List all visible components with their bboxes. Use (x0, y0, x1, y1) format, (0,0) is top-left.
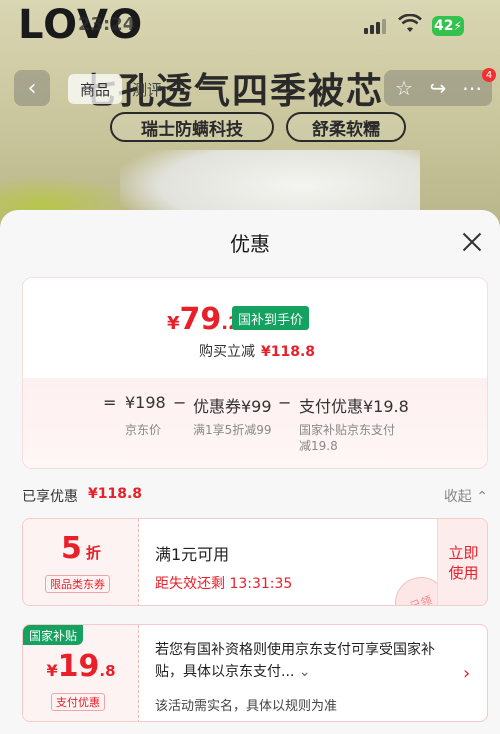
share-icon[interactable]: ↪ (426, 76, 450, 100)
enjoyed-discount-row: 已享优惠 ¥118.8 收起 ⌃ (22, 486, 488, 508)
back-button[interactable]: ‹ (14, 70, 50, 106)
gov-subsidy-price-badge: 国补到手价 (232, 306, 310, 330)
sheet-title: 优惠 (230, 232, 270, 256)
formula-equals: = (103, 393, 117, 412)
chevron-down-icon[interactable]: ⌄ (299, 664, 311, 680)
feature-pill-antimite: 瑞士防螨科技 (110, 112, 274, 142)
battery-indicator: 42 ⚡ (432, 16, 464, 36)
enjoyed-label: 已享优惠 (22, 489, 78, 505)
chevron-left-icon: ‹ (27, 75, 37, 101)
subsidy-coupon-card[interactable]: 国家补贴 ¥19.8 支付优惠 若您有国补资格则使用京东支付可享受国家补贴，具体… (22, 624, 488, 722)
formula-minus: − (278, 393, 292, 412)
discount-sheet: 优惠 ¥79.2 国补到手价 购买立减 ¥118.8 = ¥198 京东价 − 优… (0, 210, 500, 734)
coupon-card: 5折 限品类东券 满1元可用 距失效还剩 13:31:35 已领 立即使用 (22, 518, 488, 606)
formula-base-price: ¥198 (125, 393, 166, 412)
feature-pill-soft: 舒柔软糯 (286, 112, 406, 142)
coupon-discount: 5折 (23, 531, 139, 566)
instant-reduction: 购买立减 ¥118.8 (199, 341, 315, 361)
header-actions: ☆ ↪ ⋯ (384, 70, 492, 106)
formula-coupon-label: 满1享5折减99 (193, 423, 272, 437)
discount-unit: 折 (85, 544, 101, 562)
more-icon[interactable]: ⋯ (460, 76, 484, 100)
chevron-right-icon[interactable]: › (463, 663, 470, 684)
formula-payment-label: 国家补贴京东支付 减19.8 (299, 423, 396, 453)
coupon-countdown: 距失效还剩 13:31:35 (155, 576, 293, 592)
formula-coupon: 优惠券¥99 (193, 397, 272, 416)
product-title: 七孔透气四季被芯 (80, 71, 385, 112)
formula-payment: 支付优惠¥19.8 (299, 397, 409, 416)
subsidy-note: 该活动需实名，具体以规则为准 (155, 699, 338, 714)
final-price: ¥79.2 (167, 302, 241, 337)
status-clock: 23:24 (78, 14, 136, 35)
use-now-button[interactable]: 立即使用 (437, 519, 487, 605)
subsidy-amount: ¥19.8 (46, 649, 116, 684)
discount-number: 5 (61, 531, 82, 566)
reduction-label: 购买立减 (199, 344, 255, 360)
price-currency: ¥ (167, 313, 180, 334)
reduction-amount: ¥118.8 (261, 344, 316, 360)
notification-badge: 4 (482, 68, 496, 82)
payment-discount-tag: 支付优惠 (51, 693, 105, 711)
coupon-condition: 满1元可用 (155, 545, 230, 564)
close-button[interactable] (460, 230, 484, 254)
gov-subsidy-badge: 国家补贴 (23, 625, 84, 645)
coupon-type-tag: 限品类东券 (45, 575, 110, 593)
tab-product[interactable]: 商品 (68, 74, 122, 104)
collapse-toggle[interactable]: 收起 ⌃ (444, 486, 488, 506)
enjoyed-amount: ¥118.8 (88, 486, 143, 502)
wifi-icon (398, 14, 422, 32)
formula-base-label: 京东价 (125, 423, 162, 437)
status-bar: LOVO 23:24 42 ⚡ (0, 0, 500, 48)
price-integer: 79 (179, 302, 222, 337)
cellular-signal-icon (364, 18, 388, 34)
formula-minus: − (173, 393, 187, 412)
battery-level: 42 (434, 18, 454, 34)
price-summary-card: ¥79.2 国补到手价 购买立减 ¥118.8 = ¥198 京东价 − 优惠券¥… (22, 277, 488, 469)
favorite-icon[interactable]: ☆ (392, 76, 416, 100)
tab-review[interactable]: 测评 (132, 74, 162, 104)
subsidy-description: 若您有国补资格则使用京东支付可享受国家补贴，具体以京东支付... ⌄ (155, 642, 435, 680)
chevron-up-icon: ⌃ (476, 489, 488, 505)
